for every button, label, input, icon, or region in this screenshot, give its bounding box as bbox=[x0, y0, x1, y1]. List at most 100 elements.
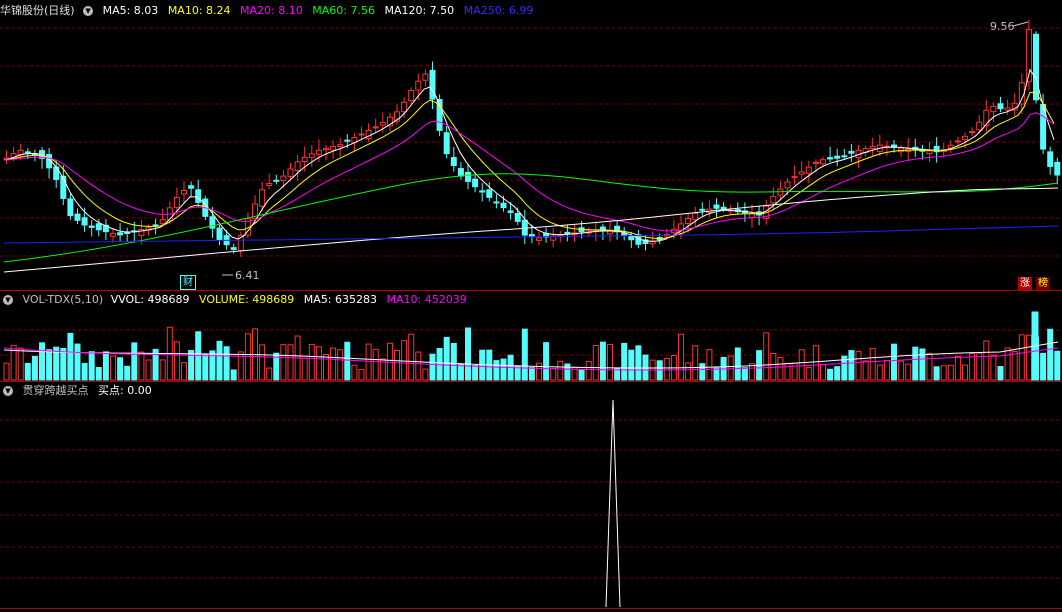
candle-body bbox=[74, 213, 81, 221]
volume-bar bbox=[67, 332, 74, 381]
main-legend: 华锦股份(日线) ▼ MA5: 8.03 MA10: 8.24 MA20: 8.… bbox=[0, 3, 539, 18]
volume-bar bbox=[919, 348, 926, 381]
candle-body bbox=[81, 217, 88, 226]
volume-title[interactable]: VOL-TDX(5,10) bbox=[23, 293, 104, 306]
volume-bar bbox=[223, 346, 230, 381]
volume-bar bbox=[181, 362, 187, 381]
volume-bar bbox=[308, 343, 315, 381]
volume-bar bbox=[372, 348, 379, 381]
volume-bar bbox=[997, 366, 1004, 381]
candle-body bbox=[379, 122, 386, 126]
volume-bar bbox=[124, 365, 131, 381]
volume-bar bbox=[592, 345, 599, 381]
candle-body bbox=[628, 235, 635, 241]
candle-body bbox=[95, 223, 102, 231]
volume-bar bbox=[692, 345, 699, 381]
volume-bar bbox=[17, 347, 24, 381]
vol-ma10-label: MA10: 452039 bbox=[386, 293, 467, 306]
volume-bar bbox=[834, 366, 841, 381]
candle-body bbox=[784, 181, 791, 189]
candle-body bbox=[188, 185, 195, 189]
volume-bar bbox=[891, 343, 897, 381]
candle-body bbox=[770, 196, 777, 204]
candle-body bbox=[330, 146, 337, 151]
candle-body bbox=[1018, 82, 1025, 105]
volume-bar bbox=[287, 344, 294, 381]
volume-bar bbox=[429, 353, 436, 381]
candle-body bbox=[1033, 33, 1039, 101]
volume-circle-icon[interactable]: ▼ bbox=[3, 295, 13, 305]
ma120-line bbox=[3, 187, 1059, 273]
volume-bar bbox=[422, 368, 429, 381]
volume-bar bbox=[74, 343, 81, 381]
volume-bar bbox=[152, 348, 159, 381]
volume-bar bbox=[969, 352, 976, 381]
candle-body bbox=[528, 234, 535, 237]
candle-body bbox=[486, 189, 493, 198]
candle-body bbox=[472, 178, 479, 188]
candle-body bbox=[990, 105, 997, 113]
candle-body bbox=[983, 109, 990, 127]
candle-body bbox=[315, 149, 322, 155]
candle-body bbox=[117, 232, 124, 236]
volume-bar bbox=[812, 345, 819, 381]
candle-body bbox=[457, 168, 464, 177]
volume-bar bbox=[159, 359, 166, 381]
candle-body bbox=[159, 219, 166, 225]
candle-body bbox=[344, 139, 351, 142]
volume-bar bbox=[699, 363, 706, 381]
volume-bar bbox=[557, 360, 564, 381]
candle-body bbox=[266, 182, 273, 187]
candle-body bbox=[834, 155, 841, 159]
volume-bar bbox=[827, 368, 834, 381]
volume-bar bbox=[351, 364, 358, 381]
stock-title[interactable]: 华锦股份(日线) bbox=[0, 4, 75, 17]
volume-bar bbox=[564, 363, 571, 381]
candle-body bbox=[564, 231, 571, 235]
ma5-line bbox=[3, 68, 1055, 242]
candle-body bbox=[954, 140, 961, 143]
volume-bar bbox=[323, 353, 329, 381]
volume-bar bbox=[621, 342, 628, 381]
volume-bar bbox=[763, 332, 770, 381]
volume-bar bbox=[521, 328, 528, 381]
settings-circle-icon[interactable]: ▼ bbox=[83, 6, 94, 16]
indicator-spike bbox=[605, 399, 621, 608]
volume-bar bbox=[912, 346, 919, 381]
volume-bar bbox=[678, 333, 684, 381]
volume-bar bbox=[401, 340, 408, 381]
ma60-label: MA60: 7.56 bbox=[312, 4, 375, 17]
indicator-legend: ▼ 贯穿跨越买点 买点: 0.00 bbox=[0, 383, 158, 398]
volume-bar bbox=[926, 352, 933, 381]
candle-body bbox=[280, 175, 287, 181]
volume-bar bbox=[145, 359, 152, 381]
indicator-title[interactable]: 贯穿跨越买点 bbox=[23, 384, 89, 397]
candle-body bbox=[997, 103, 1004, 110]
volume-bar bbox=[24, 362, 31, 381]
volume-bar bbox=[727, 355, 734, 381]
volume-bar bbox=[344, 341, 351, 381]
volume-bar bbox=[230, 369, 237, 381]
candle-body bbox=[124, 231, 131, 234]
candle-body bbox=[259, 189, 266, 207]
indicator-circle-icon[interactable]: ▼ bbox=[3, 386, 13, 396]
volume-bar bbox=[465, 327, 471, 381]
vol-ma5-label: MA5: 635283 bbox=[303, 293, 378, 306]
ma20-line bbox=[3, 112, 1055, 232]
candle-body bbox=[820, 159, 826, 165]
volume-bar bbox=[315, 346, 322, 381]
candle-body bbox=[869, 146, 876, 150]
volume-bar bbox=[138, 351, 145, 381]
candle-body bbox=[110, 232, 116, 237]
candle-body bbox=[337, 144, 344, 148]
volume-bar bbox=[777, 356, 784, 381]
volume-bar bbox=[599, 341, 606, 381]
volume-bar bbox=[95, 366, 102, 381]
volume-legend: ▼ VOL-TDX(5,10) VVOL: 498689 VOLUME: 498… bbox=[0, 292, 473, 307]
volume-bar bbox=[805, 366, 812, 381]
candle-body bbox=[713, 204, 720, 209]
volume-bar bbox=[457, 363, 464, 381]
volume-bar bbox=[940, 365, 947, 381]
candle-body bbox=[805, 166, 812, 174]
candle-body bbox=[60, 175, 67, 199]
